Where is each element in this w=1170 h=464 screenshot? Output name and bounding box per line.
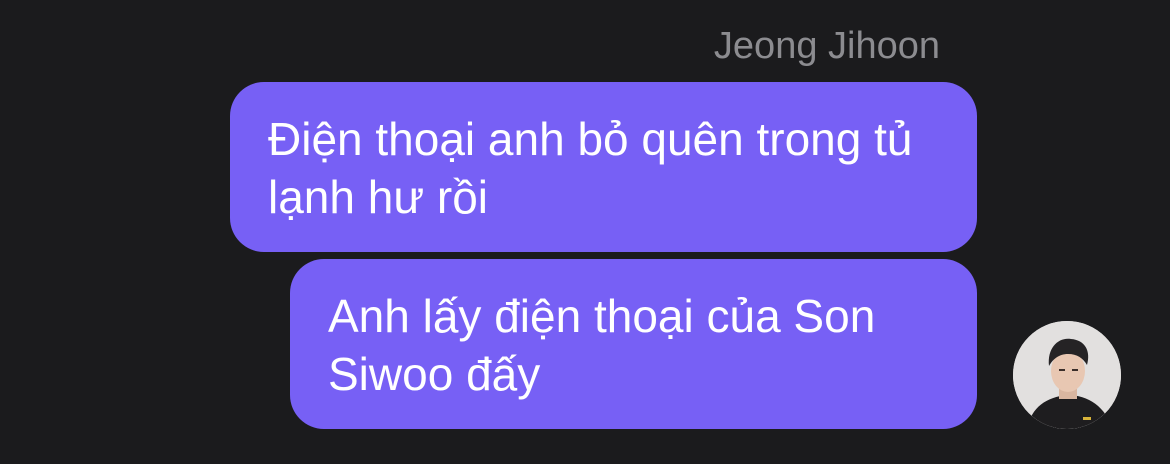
sender-name: Jeong Jihoon	[713, 25, 940, 67]
avatar[interactable]	[1013, 321, 1121, 429]
message-text: Anh lấy điện thoại của Son Siwoo đấy	[328, 290, 876, 400]
message-text: Điện thoại anh bỏ quên trong tủ lạnh hư …	[268, 113, 913, 223]
profile-photo-icon	[1013, 321, 1121, 429]
message-bubble[interactable]: Anh lấy điện thoại của Son Siwoo đấy	[290, 259, 977, 429]
message-bubble[interactable]: Điện thoại anh bỏ quên trong tủ lạnh hư …	[230, 82, 977, 252]
